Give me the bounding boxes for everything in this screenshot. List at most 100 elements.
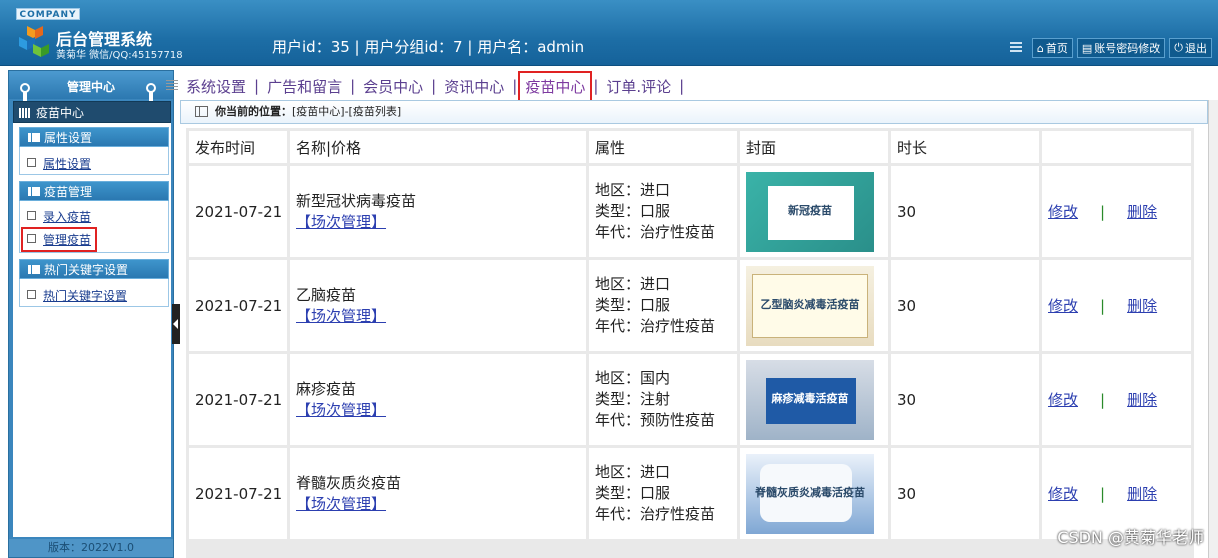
logout-link[interactable]: ⏻ 退出 — [1169, 38, 1212, 58]
page-icon — [27, 234, 36, 243]
attr-era-value: 治疗性疫苗 — [640, 223, 716, 241]
user-info: 用户id：35 | 用户分组id：7 | 用户名：admin — [272, 38, 585, 56]
attr-region-value: 国内 — [640, 369, 671, 387]
top-links: ⌂ 首页 ▤ 账号密码修改 ⏻ 退出 — [1009, 38, 1212, 58]
nav-separator: | — [254, 77, 260, 95]
window-icon — [195, 106, 208, 117]
top-header: COMPANY 后台管理系统 黄菊华 微信/QQ:45157718 用户id：3… — [0, 0, 1218, 66]
sidebar-current-section: 疫苗中心 — [13, 101, 171, 123]
edit-link[interactable]: 修改 — [1048, 297, 1078, 315]
cell-date: 2021-07-21 — [189, 260, 287, 351]
table-row: 2021-07-21 新型冠状病毒疫苗 【场次管理】 地区：进口 类型：口服 年… — [189, 166, 1191, 257]
vaccine-name: 乙脑疫苗 — [296, 285, 357, 304]
ring-left-icon — [19, 83, 31, 103]
home-link[interactable]: ⌂ 首页 — [1031, 38, 1073, 58]
edit-link[interactable]: 修改 — [1048, 391, 1078, 409]
nav-separator: | — [431, 77, 437, 95]
sidebar-item-manage-vaccine[interactable]: 管理疫苗 — [20, 227, 98, 252]
session-manage-link[interactable]: 【场次管理】 — [296, 401, 386, 419]
cell-date: 2021-07-21 — [189, 448, 287, 539]
col-actions — [1042, 131, 1191, 163]
cell-date: 2021-07-21 — [189, 354, 287, 445]
tab-members[interactable]: 会员中心 — [357, 72, 429, 101]
document-icon: ▤ — [1081, 41, 1093, 55]
vaccine-name: 新型冠状病毒疫苗 — [296, 191, 417, 210]
cell-actions: 修改 | 删除 — [1042, 260, 1191, 351]
table-row: 2021-07-21 乙脑疫苗 【场次管理】 地区：进口 类型：口服 年代：治疗… — [189, 260, 1191, 351]
sidebar-item-attr-settings[interactable]: 属性设置 — [27, 155, 91, 172]
change-password-link[interactable]: ▤ 账号密码修改 — [1076, 38, 1166, 58]
col-date: 发布时间 — [189, 131, 287, 163]
attr-type-value: 口服 — [640, 202, 671, 220]
tab-vaccine-center[interactable]: 疫苗中心 — [518, 70, 593, 102]
edit-link[interactable]: 修改 — [1048, 203, 1078, 221]
action-divider: | — [1100, 297, 1106, 315]
session-manage-link[interactable]: 【场次管理】 — [296, 307, 386, 325]
table-row: 2021-07-21 麻疹疫苗 【场次管理】 地区：国内 类型：注射 年代：预防… — [189, 354, 1191, 445]
cell-name: 新型冠状病毒疫苗 【场次管理】 — [290, 166, 586, 257]
cell-cover: 麻疹减毒活疫苗 — [740, 354, 888, 445]
attr-type-value: 口服 — [640, 484, 671, 502]
grip-icon — [1009, 42, 1022, 54]
cell-attributes: 地区：进口 类型：口服 年代：治疗性疫苗 — [589, 166, 737, 257]
group-attr-settings[interactable]: 属性设置 — [19, 127, 169, 147]
breadcrumb-path: [疫苗中心]-[疫苗列表] — [292, 105, 402, 118]
delete-link[interactable]: 删除 — [1127, 485, 1157, 503]
watermark: CSDN @黄菊华老师 — [1057, 528, 1204, 547]
sidebar-item-add-vaccine[interactable]: 录入疫苗 — [27, 208, 91, 225]
page-icon — [27, 290, 36, 299]
vaccine-name: 脊髓灰质炎疫苗 — [296, 473, 402, 492]
cell-name: 麻疹疫苗 【场次管理】 — [290, 354, 586, 445]
session-manage-link[interactable]: 【场次管理】 — [296, 213, 386, 231]
collapse-sidebar-button[interactable] — [172, 304, 180, 344]
cell-name: 乙脑疫苗 【场次管理】 — [290, 260, 586, 351]
attr-era-value: 治疗性疫苗 — [640, 317, 716, 335]
attr-region-value: 进口 — [640, 275, 671, 293]
grid-icon — [19, 108, 31, 118]
system-subtitle: 黄菊华 微信/QQ:45157718 — [56, 50, 183, 61]
delete-link[interactable]: 删除 — [1127, 203, 1157, 221]
attr-region-label: 地区： — [595, 275, 641, 293]
table-header-row: 发布时间 名称|价格 属性 封面 时长 — [189, 131, 1191, 163]
cell-duration: 30 — [891, 448, 1039, 539]
attr-era-label: 年代： — [595, 411, 641, 429]
attr-era-value: 预防性疫苗 — [640, 411, 716, 429]
company-badge: COMPANY — [16, 8, 80, 20]
list-icon — [28, 187, 40, 196]
grip-icon — [166, 80, 178, 92]
cover-image: 脊髓灰质炎减毒活疫苗 — [746, 453, 874, 534]
delete-link[interactable]: 删除 — [1127, 391, 1157, 409]
tab-news[interactable]: 资讯中心 — [438, 72, 510, 101]
breadcrumb: 你当前的位置：[疫苗中心]-[疫苗列表] — [180, 100, 1208, 124]
page-icon — [27, 211, 36, 220]
attr-region-label: 地区： — [595, 463, 641, 481]
group-hot-keywords[interactable]: 热门关键字设置 — [19, 259, 169, 279]
sidebar-item-hot-keywords[interactable]: 热门关键字设置 — [27, 287, 127, 304]
vertical-scrollbar[interactable] — [1208, 100, 1218, 558]
cell-duration: 30 — [891, 260, 1039, 351]
cover-text: 麻疹减毒活疫苗 — [771, 391, 849, 405]
vaccine-table: 发布时间 名称|价格 属性 封面 时长 2021-07-21 新型冠状病毒疫苗 … — [186, 128, 1194, 542]
attr-type-label: 类型： — [595, 484, 641, 502]
top-nav: 系统设置 | 广告和留言 | 会员中心 | 资讯中心 | 疫苗中心 | 订单.评… — [166, 70, 1218, 102]
attr-region-value: 进口 — [640, 181, 671, 199]
tab-orders-comments[interactable]: 订单.评论 — [600, 72, 677, 101]
group-vaccine-manage[interactable]: 疫苗管理 — [19, 181, 169, 201]
sidebar-menu: 属性设置 属性设置 疫苗管理 录入疫苗 管理疫苗 热门关键字设置 热门关键字设置 — [13, 123, 171, 537]
nav-separator: | — [679, 77, 685, 95]
action-divider: | — [1100, 203, 1106, 221]
nav-separator: | — [593, 77, 599, 95]
cover-image: 麻疹减毒活疫苗 — [746, 359, 874, 440]
tab-ads-messages[interactable]: 广告和留言 — [261, 72, 348, 101]
cell-date: 2021-07-21 — [189, 166, 287, 257]
vaccine-table-wrapper: 发布时间 名称|价格 属性 封面 时长 2021-07-21 新型冠状病毒疫苗 … — [186, 128, 1194, 558]
cell-attributes: 地区：国内 类型：注射 年代：预防性疫苗 — [589, 354, 737, 445]
tab-system-settings[interactable]: 系统设置 — [180, 72, 252, 101]
delete-link[interactable]: 删除 — [1127, 297, 1157, 315]
session-manage-link[interactable]: 【场次管理】 — [296, 495, 386, 513]
attr-region-label: 地区： — [595, 181, 641, 199]
cubes-logo-icon — [19, 26, 49, 57]
attr-region-label: 地区： — [595, 369, 641, 387]
edit-link[interactable]: 修改 — [1048, 485, 1078, 503]
attr-type-label: 类型： — [595, 202, 641, 220]
